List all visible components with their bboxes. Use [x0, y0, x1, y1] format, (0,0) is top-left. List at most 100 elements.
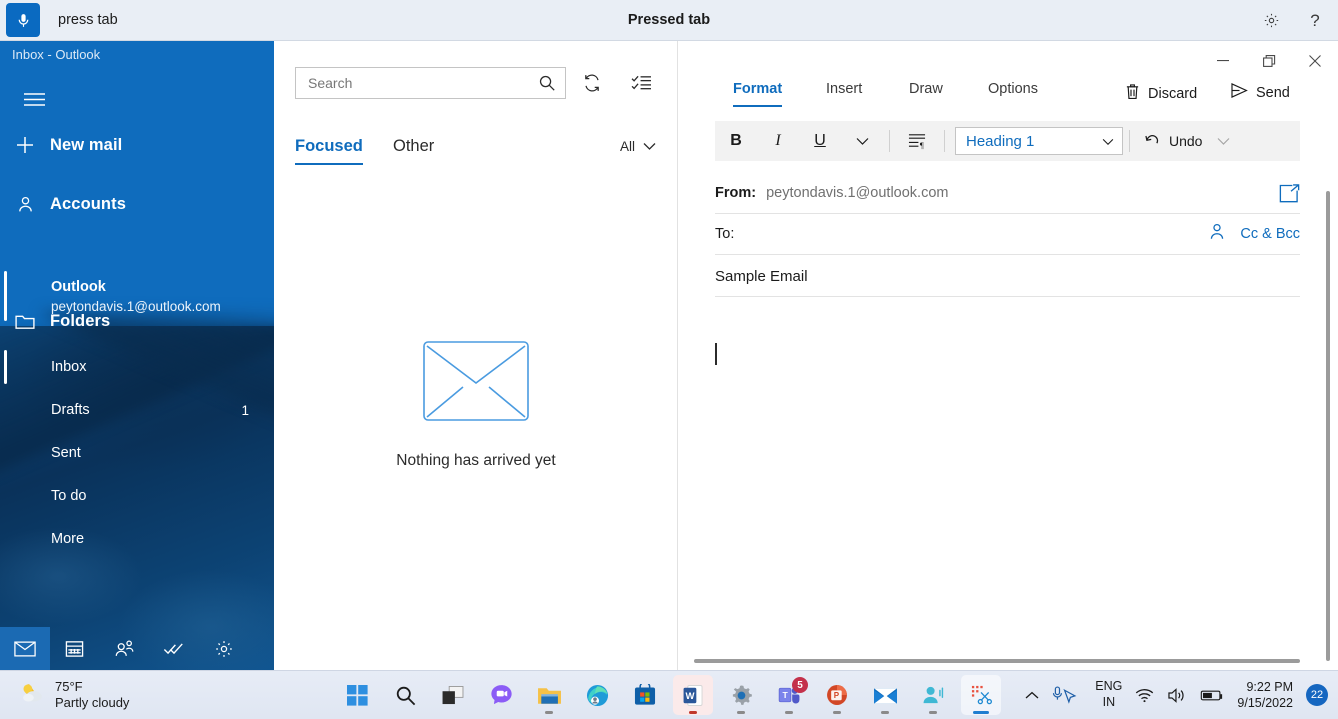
people-icon[interactable]	[100, 627, 150, 670]
clock-date: 9/15/2022	[1237, 695, 1293, 711]
search-field[interactable]	[296, 75, 529, 91]
restore-icon[interactable]	[1246, 41, 1292, 81]
folder-item-sent[interactable]: Sent	[0, 432, 274, 474]
empty-state: Nothing has arrived yet	[274, 341, 678, 470]
microphone-icon[interactable]	[6, 3, 40, 37]
folder-item-more[interactable]: More	[0, 518, 274, 560]
focused-other-pivots: Focused Other All	[274, 137, 678, 179]
folder-item-to-do[interactable]: To do	[0, 475, 274, 517]
running-indicator	[737, 711, 745, 714]
chevron-up-icon[interactable]	[1025, 691, 1039, 700]
compose-pane: Format Insert Draw Options Discard	[678, 41, 1338, 670]
voice-access[interactable]	[913, 675, 953, 715]
paragraph-direction-icon[interactable]: ¶	[896, 121, 938, 161]
speaker-icon[interactable]	[1167, 687, 1187, 704]
minimize-icon[interactable]	[1200, 41, 1246, 81]
running-indicator	[929, 711, 937, 714]
message-body-editor[interactable]	[715, 303, 1300, 673]
cc-bcc-button[interactable]: Cc & Bcc	[1240, 226, 1300, 242]
clock-time: 9:22 PM	[1237, 679, 1293, 695]
wifi-icon[interactable]	[1135, 688, 1154, 703]
undo-button[interactable]: Undo	[1144, 132, 1202, 151]
vertical-scrollbar[interactable]	[1326, 191, 1330, 681]
select-list-icon[interactable]	[623, 67, 659, 99]
italic-button[interactable]: I	[757, 121, 799, 161]
person-icon[interactable]	[1208, 222, 1226, 246]
gear-icon[interactable]	[1256, 6, 1286, 36]
search-button[interactable]	[385, 675, 425, 715]
language-indicator[interactable]: ENG IN	[1095, 679, 1122, 710]
redo-chevron-down-icon[interactable]	[1202, 121, 1244, 161]
paragraph-style-select[interactable]: Heading 1	[955, 127, 1123, 155]
taskbar: 75°F Partly cloudy	[0, 670, 1338, 719]
search-icon[interactable]	[529, 68, 565, 98]
horizontal-scrollbar-thumb[interactable]	[694, 659, 1300, 663]
ribbon-separator	[1129, 130, 1130, 152]
send-icon	[1231, 83, 1248, 102]
language-line1: ENG	[1095, 679, 1122, 695]
calendar-icon[interactable]	[50, 627, 100, 670]
more-formatting-chevron-down-icon[interactable]	[841, 121, 883, 161]
from-field-row[interactable]: From: peytondavis.1@outlook.com	[715, 173, 1300, 214]
word[interactable]: W	[673, 675, 713, 715]
tab-draw[interactable]: Draw	[909, 81, 943, 105]
bold-button[interactable]: B	[715, 121, 757, 161]
tab-insert[interactable]: Insert	[826, 81, 862, 105]
pivot-other[interactable]: Other	[393, 137, 434, 163]
search-input[interactable]	[295, 67, 566, 99]
sync-icon[interactable]	[574, 67, 610, 99]
from-label: From:	[715, 185, 756, 201]
folder-item-inbox[interactable]: Inbox	[0, 346, 274, 388]
subject-field-row[interactable]: Sample Email	[715, 256, 1300, 297]
start-button[interactable]	[337, 675, 377, 715]
clock[interactable]: 9:22 PM 9/15/2022	[1237, 679, 1293, 712]
svg-text:¶: ¶	[920, 140, 924, 150]
mail[interactable]	[865, 675, 905, 715]
chat-video-icon[interactable]	[481, 675, 521, 715]
microsoft-edge[interactable]	[577, 675, 617, 715]
mic-cursor-icon[interactable]	[1052, 685, 1082, 706]
folder-item-drafts[interactable]: Drafts 1	[0, 389, 274, 431]
pop-out-icon[interactable]	[1279, 184, 1300, 203]
powerpoint[interactable]: P	[817, 675, 857, 715]
vertical-scrollbar-thumb[interactable]	[1326, 191, 1330, 661]
mail-icon[interactable]	[0, 627, 50, 670]
snipping-tool[interactable]	[961, 675, 1001, 715]
language-line2: IN	[1095, 695, 1122, 711]
svg-text:W: W	[685, 690, 694, 701]
search-row	[274, 67, 678, 111]
svg-text:T: T	[782, 690, 788, 700]
filter-button[interactable]: All	[620, 139, 656, 154]
running-indicator	[833, 711, 841, 714]
notification-badge[interactable]: 22	[1306, 684, 1328, 706]
accounts-button[interactable]: Accounts	[0, 184, 274, 224]
microsoft-store[interactable]	[625, 675, 665, 715]
tab-format[interactable]: Format	[733, 81, 782, 107]
task-view-button[interactable]	[433, 675, 473, 715]
window-controls	[1200, 41, 1338, 81]
folder-label: To do	[51, 488, 86, 504]
new-mail-button[interactable]: New mail	[0, 125, 274, 165]
tasks-icon[interactable]	[149, 627, 199, 670]
send-button[interactable]: Send	[1231, 83, 1290, 102]
teams[interactable]: T 5	[769, 675, 809, 715]
pivot-focused[interactable]: Focused	[295, 137, 363, 165]
settings[interactable]	[721, 675, 761, 715]
close-icon[interactable]	[1292, 41, 1338, 81]
settings-gear-icon[interactable]	[199, 627, 249, 670]
running-indicator	[689, 711, 697, 714]
help-icon[interactable]: ?	[1300, 6, 1330, 36]
send-label: Send	[1256, 85, 1290, 101]
underline-button[interactable]: U	[799, 121, 841, 161]
horizontal-scrollbar[interactable]	[694, 659, 1300, 663]
tab-options[interactable]: Options	[988, 81, 1038, 105]
running-indicator	[973, 711, 989, 714]
file-explorer[interactable]	[529, 675, 569, 715]
formatting-ribbon: B I U ¶ Heading	[715, 121, 1300, 161]
folder-selection-indicator	[4, 350, 7, 384]
folders-header[interactable]: Folders	[0, 301, 274, 341]
battery-icon[interactable]	[1200, 689, 1224, 702]
discard-button[interactable]: Discard	[1125, 83, 1197, 104]
to-field-row[interactable]: To: Cc & Bcc	[715, 214, 1300, 255]
hamburger-icon[interactable]	[12, 81, 56, 117]
